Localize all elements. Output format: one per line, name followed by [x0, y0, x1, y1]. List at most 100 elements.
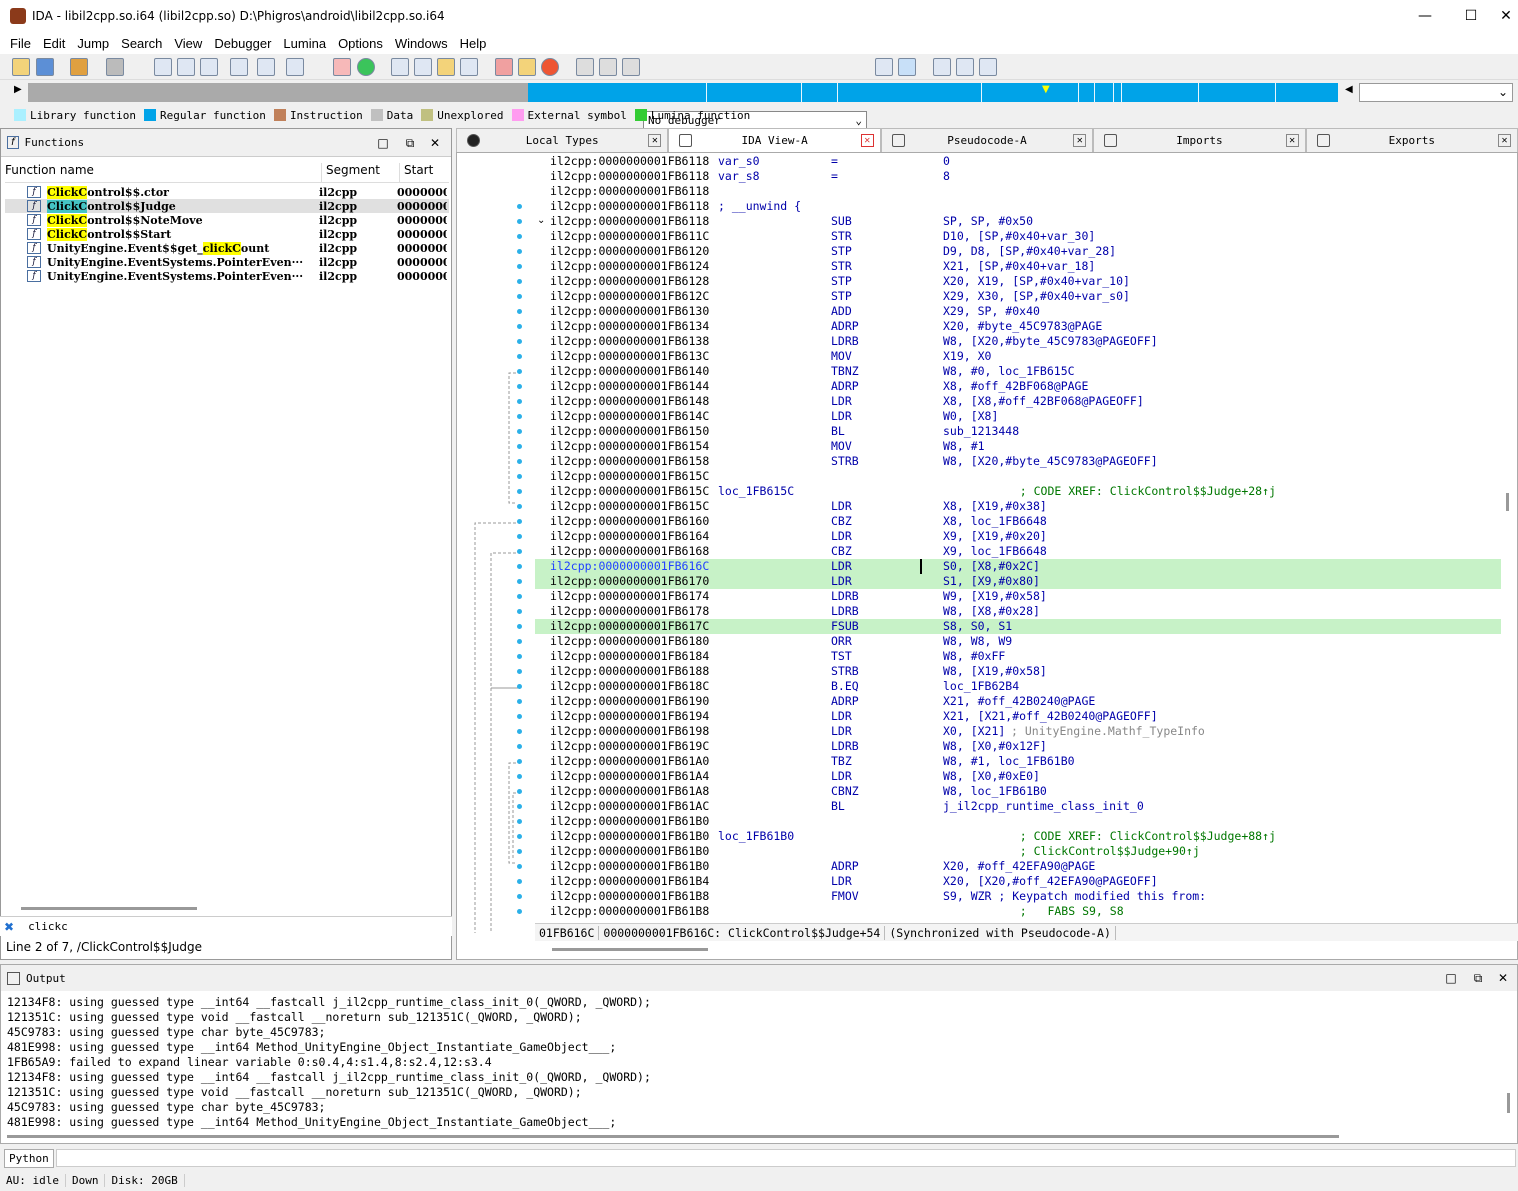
- menu-jump[interactable]: Jump: [71, 36, 115, 51]
- list-gray-icon[interactable]: [979, 58, 997, 76]
- tab-close-icon[interactable]: ✕: [1285, 134, 1299, 147]
- listing-line[interactable]: il2cpp:0000000001FB61AC BL j_il2cpp_runtim…: [535, 799, 1501, 814]
- terminate-icon[interactable]: [622, 58, 640, 76]
- breakpoint-icon[interactable]: [333, 58, 351, 76]
- listing-line[interactable]: il2cpp:0000000001FB6120 STP D9, D8, [SP,#0…: [535, 244, 1501, 259]
- listing-line[interactable]: il2cpp:0000000001FB6180 ORR W8, W8, W9: [535, 634, 1501, 649]
- listing-line[interactable]: il2cpp:0000000001FB613C MOV X19, X0: [535, 349, 1501, 364]
- listing-line[interactable]: il2cpp:0000000001FB6144 ADRP X8, #off_42BF…: [535, 379, 1501, 394]
- xref-icon[interactable]: [460, 58, 478, 76]
- stop-icon[interactable]: [495, 58, 513, 76]
- listing-line[interactable]: il2cpp:0000000001FB6148 LDR X8, [X8,#off_4…: [535, 394, 1501, 409]
- start-debug-icon[interactable]: [576, 58, 594, 76]
- run-icon[interactable]: [357, 58, 375, 76]
- tab-ida-view-a[interactable]: IDA View-A ✕: [668, 128, 881, 152]
- listing-line[interactable]: il2cpp:0000000001FB6128 STP X20, X19, [SP,…: [535, 274, 1501, 289]
- command-input[interactable]: [55, 1149, 1516, 1167]
- listing-line[interactable]: il2cpp:0000000001FB6164 LDR X9, [X19,#0x20…: [535, 529, 1501, 544]
- column-function-name[interactable]: Function name: [5, 163, 321, 182]
- c-icon[interactable]: [875, 58, 893, 76]
- listing-line[interactable]: il2cpp:0000000001FB6150 BL sub_1213448: [535, 424, 1501, 439]
- disassembly-listing[interactable]: il2cpp:0000000001FB6118 var_s0 = 0 il2cpp:00…: [535, 153, 1501, 923]
- column-segment[interactable]: Segment: [321, 163, 399, 182]
- function-row[interactable]: f UnityEngine.EventSystems.PointerEven···…: [5, 269, 449, 283]
- function-row[interactable]: f ClickControl$$Start il2cpp 0000000: [5, 227, 449, 241]
- listing-line[interactable]: il2cpp:0000000001FB6138 LDRB W8, [X20,#byt…: [535, 334, 1501, 349]
- horizontal-scrollbar[interactable]: [552, 948, 708, 951]
- menu-windows[interactable]: Windows: [389, 36, 454, 51]
- listing-line[interactable]: il2cpp:0000000001FB6174 LDRB W9, [X19,#0x5…: [535, 589, 1501, 604]
- filter-input[interactable]: clickc: [28, 920, 68, 933]
- listing-line[interactable]: il2cpp:0000000001FB6118 ; __unwind {: [535, 199, 1501, 214]
- menu-help[interactable]: Help: [454, 36, 493, 51]
- tab-close-icon[interactable]: ✕: [860, 134, 874, 147]
- listing-line[interactable]: il2cpp:0000000001FB61B0 loc_1FB61B0 ; COD…: [535, 829, 1501, 844]
- menu-lumina[interactable]: Lumina: [277, 36, 332, 51]
- panel-minimize-icon[interactable]: □: [375, 135, 391, 151]
- panel-minimize-icon[interactable]: □: [1443, 970, 1459, 986]
- menu-file[interactable]: File: [4, 36, 37, 51]
- menu-search[interactable]: Search: [115, 36, 168, 51]
- open-icon[interactable]: [12, 58, 30, 76]
- panel-close-icon[interactable]: ✕: [427, 135, 443, 151]
- pause-icon[interactable]: [599, 58, 617, 76]
- function-row[interactable]: f UnityEngine.Event$$get_clickCount il2cpp…: [5, 241, 449, 255]
- c-sync-icon[interactable]: [898, 58, 916, 76]
- listing-line[interactable]: il2cpp:0000000001FB6198 LDR X0, [X21] ; Uni…: [535, 724, 1501, 739]
- panel-float-icon[interactable]: ⧉: [1470, 970, 1486, 986]
- copy-icon[interactable]: [391, 58, 409, 76]
- tab-local-types[interactable]: Local Types ✕: [456, 128, 669, 152]
- script-icon[interactable]: [437, 58, 455, 76]
- panel-float-icon[interactable]: ⧉: [402, 135, 418, 151]
- function-row-selected[interactable]: f ClickControl$$Judge il2cpp 0000000: [5, 199, 449, 213]
- navigation-select[interactable]: ⌄: [1359, 83, 1513, 102]
- menu-options[interactable]: Options: [332, 36, 389, 51]
- listing-line[interactable]: il2cpp:0000000001FB6134 ADRP X20, #byte_45…: [535, 319, 1501, 334]
- text-icon[interactable]: [286, 58, 304, 76]
- listing-line[interactable]: il2cpp:0000000001FB61A0 TBZ W8, #1, loc_1F…: [535, 754, 1501, 769]
- save-icon[interactable]: [36, 58, 54, 76]
- listing-line[interactable]: il2cpp:0000000001FB6178 LDRB W8, [X8,#0x28…: [535, 604, 1501, 619]
- listing-line[interactable]: il2cpp:0000000001FB6184 TST W8, #0xFF: [535, 649, 1501, 664]
- nav-right-icon[interactable]: ◀: [1345, 84, 1353, 95]
- function-row[interactable]: f ClickControl$$NoteMove il2cpp 0000000: [5, 213, 449, 227]
- hex-view-icon[interactable]: [154, 58, 172, 76]
- listing-line[interactable]: il2cpp:0000000001FB6140 TBNZ W8, #0, loc_1…: [535, 364, 1501, 379]
- patch-icon[interactable]: [518, 58, 536, 76]
- listing-line[interactable]: il2cpp:0000000001FB61B0 ; ClickControl$$…: [535, 844, 1501, 859]
- paste-icon[interactable]: [414, 58, 432, 76]
- forward-icon[interactable]: [106, 58, 124, 76]
- tab-imports[interactable]: Imports ✕: [1093, 128, 1306, 152]
- listing-line[interactable]: il2cpp:0000000001FB6188 STRB W8, [X19,#0x5…: [535, 664, 1501, 679]
- vertical-scrollbar[interactable]: [1506, 493, 1509, 511]
- column-start[interactable]: Start: [399, 163, 449, 182]
- vertical-scrollbar[interactable]: [1507, 1093, 1510, 1113]
- listing-line[interactable]: il2cpp:0000000001FB619C LDRB W8, [X0,#0x12…: [535, 739, 1501, 754]
- listing-line[interactable]: il2cpp:0000000001FB6160 CBZ X8, loc_1FB664…: [535, 514, 1501, 529]
- listing-line[interactable]: il2cpp:0000000001FB614C LDR W0, [X8]: [535, 409, 1501, 424]
- listing-line[interactable]: il2cpp:0000000001FB6194 LDR X21, [X21,#off…: [535, 709, 1501, 724]
- listing-line[interactable]: il2cpp:0000000001FB6170 LDR S1, [X9,#0x80]: [535, 574, 1501, 589]
- listing-line[interactable]: il2cpp:0000000001FB6124 STR X21, [SP,#0x40…: [535, 259, 1501, 274]
- function-row[interactable]: f UnityEngine.EventSystems.PointerEven···…: [5, 255, 449, 269]
- python-button[interactable]: Python: [4, 1148, 54, 1168]
- minimize-button[interactable]: —: [1402, 0, 1448, 32]
- listing-line[interactable]: il2cpp:0000000001FB6118 var_s0 = 0: [535, 154, 1501, 169]
- listing-line[interactable]: il2cpp:0000000001FB615C: [535, 469, 1501, 484]
- tab-close-icon[interactable]: ✕: [1073, 134, 1087, 147]
- listing-line[interactable]: il2cpp:0000000001FB6154 MOV W8, #1: [535, 439, 1501, 454]
- clear-filter-icon[interactable]: ✖: [4, 920, 14, 934]
- listing-line[interactable]: il2cpp:0000000001FB612C STP X29, X30, [SP,…: [535, 289, 1501, 304]
- listing-line[interactable]: il2cpp:0000000001FB616C LDR S0, [X8,#0x2C]: [535, 559, 1501, 574]
- listing-line[interactable]: il2cpp:0000000001FB615C loc_1FB615C ; COD…: [535, 484, 1501, 499]
- tab-close-icon[interactable]: ✕: [1498, 134, 1512, 147]
- listing-line[interactable]: il2cpp:0000000001FB6118 SUB SP, SP, #0x50: [535, 214, 1501, 229]
- listing-line[interactable]: il2cpp:0000000001FB617C FSUB S8, S0, S1: [535, 619, 1501, 634]
- listing-line[interactable]: il2cpp:0000000001FB611C STR D10, [SP,#0x40…: [535, 229, 1501, 244]
- close-button[interactable]: ✕: [1494, 0, 1518, 32]
- listing-line[interactable]: il2cpp:0000000001FB61B8 ; FABS S9, S8: [535, 904, 1501, 919]
- jump-icon[interactable]: [257, 58, 275, 76]
- menu-debugger[interactable]: Debugger: [208, 36, 277, 51]
- listing-line[interactable]: il2cpp:0000000001FB61B8 FMOV S9, WZR ; Key…: [535, 889, 1501, 904]
- listing-line[interactable]: il2cpp:0000000001FB61A4 LDR W8, [X0,#0xE0]: [535, 769, 1501, 784]
